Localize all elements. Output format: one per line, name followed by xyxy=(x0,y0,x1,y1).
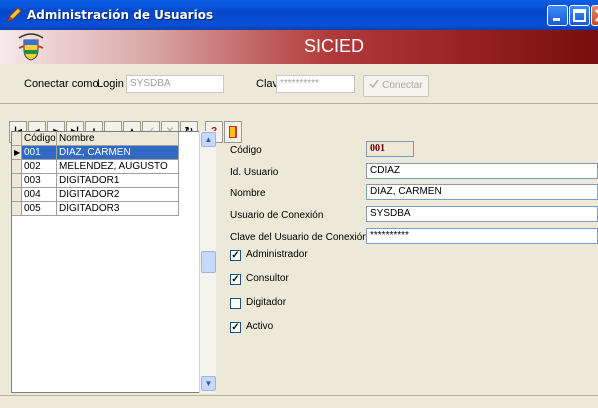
checkmark-icon xyxy=(369,79,379,89)
grid-header: Código Nombre xyxy=(12,132,198,146)
cell-nombre[interactable]: DIGITADOR2 xyxy=(57,188,179,202)
header-banner: SICIED xyxy=(0,30,598,64)
chevron-up-icon: ▲ xyxy=(204,135,213,144)
clave-conexion-label: Clave del Usuario de Conexión xyxy=(230,232,368,243)
users-grid[interactable]: Código Nombre ▶ 001 DIAZ, CARMEN 002 MEL… xyxy=(11,131,216,393)
nombre-label: Nombre xyxy=(230,188,266,199)
login-bar: Conectar como Login SYSDBA Clave *******… xyxy=(0,64,598,104)
grid-scrollbar[interactable]: ▲ ▼ xyxy=(199,131,216,393)
connect-button-label: Conectar xyxy=(382,80,423,91)
minimize-button[interactable] xyxy=(547,5,568,26)
status-bar xyxy=(0,395,598,408)
checkbox-box[interactable]: ✓ xyxy=(230,250,241,261)
row-indicator xyxy=(12,174,22,188)
checkbox-box[interactable] xyxy=(230,298,241,309)
maximize-icon xyxy=(573,9,586,22)
table-row[interactable]: ▶ 001 DIAZ, CARMEN xyxy=(12,146,198,160)
title-bar[interactable]: Administración de Usuarios xyxy=(0,0,598,30)
consultor-label: Consultor xyxy=(246,273,289,284)
codigo-field: 001 xyxy=(366,141,414,157)
cell-codigo[interactable]: 002 xyxy=(22,160,57,174)
close-button[interactable] xyxy=(591,5,598,26)
window-title: Administración de Usuarios xyxy=(27,8,214,22)
usuario-conexion-input[interactable]: SYSDBA xyxy=(366,206,598,222)
column-header-nombre[interactable]: Nombre xyxy=(57,132,179,146)
usuario-conexion-label: Usuario de Conexión xyxy=(230,210,324,221)
cell-nombre[interactable]: DIGITADOR3 xyxy=(57,202,179,216)
checkbox-box[interactable]: ✓ xyxy=(230,322,241,333)
scroll-up-button[interactable]: ▲ xyxy=(201,132,216,147)
table-row[interactable]: 003 DIGITADOR1 xyxy=(12,174,198,188)
app-window: Administración de Usuarios SICIED Conect… xyxy=(0,0,598,408)
cell-nombre[interactable]: DIAZ, CARMEN xyxy=(57,146,179,160)
cell-codigo[interactable]: 005 xyxy=(22,202,57,216)
cell-nombre[interactable]: MELENDEZ, AUGUSTO xyxy=(57,160,179,174)
clave-conexion-input[interactable]: ********** xyxy=(366,228,598,244)
connect-as-label: Conectar como xyxy=(24,78,99,90)
checkbox-box[interactable]: ✓ xyxy=(230,274,241,285)
cell-codigo[interactable]: 003 xyxy=(22,174,57,188)
administrador-label: Administrador xyxy=(246,249,308,260)
row-indicator xyxy=(12,188,22,202)
minimize-icon xyxy=(553,18,560,21)
scroll-down-button[interactable]: ▼ xyxy=(201,376,216,391)
user-detail-panel: Código 001 Id. Usuario CDIAZ Nombre DIAZ… xyxy=(217,131,598,393)
column-header-codigo[interactable]: Código xyxy=(22,132,57,146)
cell-nombre[interactable]: DIGITADOR1 xyxy=(57,174,179,188)
activo-label: Activo xyxy=(246,321,274,332)
maximize-button[interactable] xyxy=(569,5,590,26)
row-indicator xyxy=(12,160,22,174)
row-indicator xyxy=(12,202,22,216)
row-indicator-icon: ▶ xyxy=(12,146,22,160)
id-usuario-label: Id. Usuario xyxy=(230,167,279,178)
cell-codigo[interactable]: 004 xyxy=(22,188,57,202)
indicator-header xyxy=(12,132,22,146)
connect-button[interactable]: Conectar xyxy=(363,75,429,97)
app-brand: SICIED xyxy=(303,36,364,56)
password-input[interactable]: ********** xyxy=(276,75,355,93)
id-usuario-input[interactable]: CDIAZ xyxy=(366,163,598,179)
cell-codigo[interactable]: 001 xyxy=(22,146,57,160)
codigo-label: Código xyxy=(230,145,262,156)
login-input[interactable]: SYSDBA xyxy=(126,75,224,93)
login-label: Login xyxy=(97,78,124,90)
table-row[interactable]: 004 DIGITADOR2 xyxy=(12,188,198,202)
digitador-label: Digitador xyxy=(246,297,287,308)
pen-icon xyxy=(7,7,22,22)
scroll-thumb[interactable] xyxy=(201,251,216,273)
nombre-input[interactable]: DIAZ, CARMEN xyxy=(366,184,598,200)
table-row[interactable]: 002 MELENDEZ, AUGUSTO xyxy=(12,160,198,174)
chevron-down-icon: ▼ xyxy=(204,379,213,388)
table-row[interactable]: 005 DIGITADOR3 xyxy=(12,202,198,216)
close-icon xyxy=(595,9,598,22)
